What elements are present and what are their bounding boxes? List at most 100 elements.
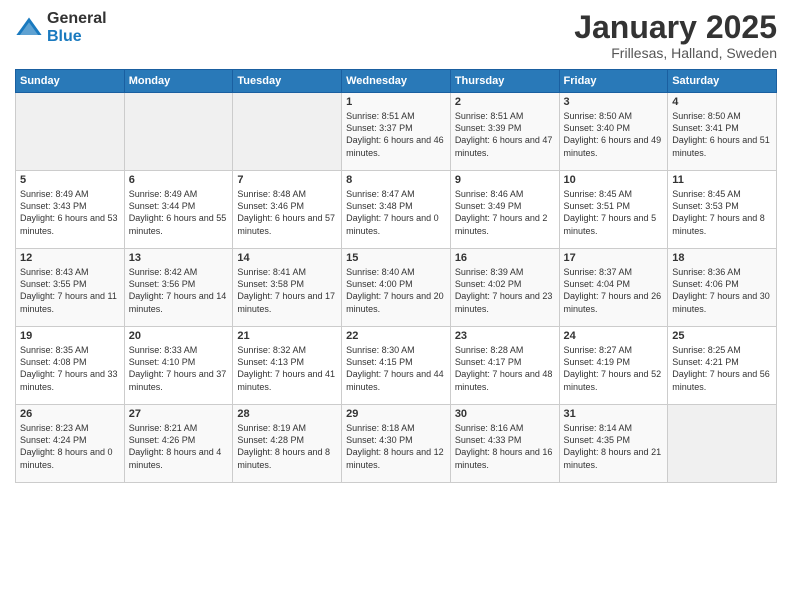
calendar-cell: 18Sunrise: 8:36 AMSunset: 4:06 PMDayligh… <box>668 249 777 327</box>
logo-icon <box>15 14 43 42</box>
cell-content: Sunrise: 8:35 AMSunset: 4:08 PMDaylight:… <box>20 344 120 393</box>
calendar-table: Sunday Monday Tuesday Wednesday Thursday… <box>15 69 777 483</box>
calendar-cell: 9 Sunrise: 8:46 AMSunset: 3:49 PMDaylight… <box>450 171 559 249</box>
cell-content: Sunrise: 8:33 AMSunset: 4:10 PMDaylight:… <box>129 344 229 393</box>
cell-content: Sunrise: 8:27 AMSunset: 4:19 PMDaylight:… <box>564 344 664 393</box>
calendar-cell: 26 Sunrise: 8:23 AMSunset: 4:24 PMDayligh… <box>16 405 125 483</box>
day-number: 23 <box>455 330 555 342</box>
day-number: 4 <box>672 96 772 108</box>
calendar-cell: 20 Sunrise: 8:33 AMSunset: 4:10 PMDayligh… <box>124 327 233 405</box>
day-number: 31 <box>564 408 664 420</box>
calendar-cell: 25Sunrise: 8:25 AMSunset: 4:21 PMDayligh… <box>668 327 777 405</box>
cell-content: Sunrise: 8:45 AMSunset: 3:53 PMDaylight:… <box>672 188 772 237</box>
logo-general-text: General <box>47 10 107 28</box>
day-number: 6 <box>129 174 229 186</box>
calendar-cell: 28 Sunrise: 8:19 AMSunset: 4:28 PMDayligh… <box>233 405 342 483</box>
header-friday: Friday <box>559 70 668 93</box>
day-number: 16 <box>455 252 555 264</box>
day-number: 21 <box>237 330 337 342</box>
day-number: 17 <box>564 252 664 264</box>
calendar-cell: 21Sunrise: 8:32 AMSunset: 4:13 PMDayligh… <box>233 327 342 405</box>
day-number: 7 <box>237 174 337 186</box>
cell-content: Sunrise: 8:23 AMSunset: 4:24 PMDaylight:… <box>20 422 120 471</box>
calendar-cell: 6 Sunrise: 8:49 AMSunset: 3:44 PMDaylight… <box>124 171 233 249</box>
day-number: 9 <box>455 174 555 186</box>
calendar-week-1: 1Sunrise: 8:51 AMSunset: 3:37 PMDaylight… <box>16 93 777 171</box>
day-number: 29 <box>346 408 446 420</box>
day-number: 19 <box>20 330 120 342</box>
calendar-cell: 11 Sunrise: 8:45 AMSunset: 3:53 PMDayligh… <box>668 171 777 249</box>
day-number: 20 <box>129 330 229 342</box>
calendar-cell: 23 Sunrise: 8:28 AMSunset: 4:17 PMDayligh… <box>450 327 559 405</box>
day-number: 12 <box>20 252 120 264</box>
cell-content: Sunrise: 8:36 AMSunset: 4:06 PMDaylight:… <box>672 266 772 315</box>
day-number: 14 <box>237 252 337 264</box>
cell-content: Sunrise: 8:43 AMSunset: 3:55 PMDaylight:… <box>20 266 120 315</box>
day-number: 1 <box>346 96 446 108</box>
calendar-cell: 17 Sunrise: 8:37 AMSunset: 4:04 PMDayligh… <box>559 249 668 327</box>
cell-content: Sunrise: 8:16 AMSunset: 4:33 PMDaylight:… <box>455 422 555 471</box>
cell-content: Sunrise: 8:30 AMSunset: 4:15 PMDaylight:… <box>346 344 446 393</box>
cell-content: Sunrise: 8:18 AMSunset: 4:30 PMDaylight:… <box>346 422 446 471</box>
calendar-header: Sunday Monday Tuesday Wednesday Thursday… <box>16 70 777 93</box>
day-number: 8 <box>346 174 446 186</box>
calendar-cell: 8 Sunrise: 8:47 AMSunset: 3:48 PMDaylight… <box>342 171 451 249</box>
calendar-cell: 22 Sunrise: 8:30 AMSunset: 4:15 PMDayligh… <box>342 327 451 405</box>
day-number: 26 <box>20 408 120 420</box>
cell-content: Sunrise: 8:40 AMSunset: 4:00 PMDaylight:… <box>346 266 446 315</box>
header-tuesday: Tuesday <box>233 70 342 93</box>
header-wednesday: Wednesday <box>342 70 451 93</box>
day-number: 24 <box>564 330 664 342</box>
calendar-cell: 14 Sunrise: 8:41 AMSunset: 3:58 PMDayligh… <box>233 249 342 327</box>
day-number: 25 <box>672 330 772 342</box>
page: General Blue January 2025 Frillesas, Hal… <box>0 0 792 612</box>
day-number: 30 <box>455 408 555 420</box>
calendar-cell: 10Sunrise: 8:45 AMSunset: 3:51 PMDayligh… <box>559 171 668 249</box>
cell-content: Sunrise: 8:49 AMSunset: 3:43 PMDaylight:… <box>20 188 120 237</box>
calendar-subtitle: Frillesas, Halland, Sweden <box>574 45 777 61</box>
logo-text: General Blue <box>47 10 107 45</box>
calendar-cell: 12 Sunrise: 8:43 AMSunset: 3:55 PMDayligh… <box>16 249 125 327</box>
cell-content: Sunrise: 8:42 AMSunset: 3:56 PMDaylight:… <box>129 266 229 315</box>
cell-content: Sunrise: 8:46 AMSunset: 3:49 PMDaylight:… <box>455 188 555 237</box>
cell-content: Sunrise: 8:39 AMSunset: 4:02 PMDaylight:… <box>455 266 555 315</box>
calendar-cell: 7Sunrise: 8:48 AMSunset: 3:46 PMDaylight… <box>233 171 342 249</box>
day-number: 5 <box>20 174 120 186</box>
cell-content: Sunrise: 8:21 AMSunset: 4:26 PMDaylight:… <box>129 422 229 471</box>
logo-blue-text: Blue <box>47 28 107 46</box>
calendar-cell: 29 Sunrise: 8:18 AMSunset: 4:30 PMDayligh… <box>342 405 451 483</box>
day-number: 11 <box>672 174 772 186</box>
day-number: 3 <box>564 96 664 108</box>
day-number: 10 <box>564 174 664 186</box>
calendar-cell: 19 Sunrise: 8:35 AMSunset: 4:08 PMDayligh… <box>16 327 125 405</box>
calendar-body: 1Sunrise: 8:51 AMSunset: 3:37 PMDaylight… <box>16 93 777 483</box>
cell-content: Sunrise: 8:28 AMSunset: 4:17 PMDaylight:… <box>455 344 555 393</box>
header-thursday: Thursday <box>450 70 559 93</box>
calendar-cell: 3Sunrise: 8:50 AMSunset: 3:40 PMDaylight… <box>559 93 668 171</box>
day-number: 27 <box>129 408 229 420</box>
day-number: 2 <box>455 96 555 108</box>
cell-content: Sunrise: 8:47 AMSunset: 3:48 PMDaylight:… <box>346 188 446 237</box>
calendar-week-5: 26 Sunrise: 8:23 AMSunset: 4:24 PMDayligh… <box>16 405 777 483</box>
calendar-week-3: 12 Sunrise: 8:43 AMSunset: 3:55 PMDayligh… <box>16 249 777 327</box>
calendar-cell: 1Sunrise: 8:51 AMSunset: 3:37 PMDaylight… <box>342 93 451 171</box>
calendar-cell: 27 Sunrise: 8:21 AMSunset: 4:26 PMDayligh… <box>124 405 233 483</box>
cell-content: Sunrise: 8:19 AMSunset: 4:28 PMDaylight:… <box>237 422 337 471</box>
calendar-week-2: 5 Sunrise: 8:49 AMSunset: 3:43 PMDaylight… <box>16 171 777 249</box>
cell-content: Sunrise: 8:37 AMSunset: 4:04 PMDaylight:… <box>564 266 664 315</box>
cell-content: Sunrise: 8:49 AMSunset: 3:44 PMDaylight:… <box>129 188 229 237</box>
day-number: 28 <box>237 408 337 420</box>
calendar-cell: 15Sunrise: 8:40 AMSunset: 4:00 PMDayligh… <box>342 249 451 327</box>
header-sunday: Sunday <box>16 70 125 93</box>
cell-content: Sunrise: 8:41 AMSunset: 3:58 PMDaylight:… <box>237 266 337 315</box>
calendar-title: January 2025 <box>574 10 777 45</box>
cell-content: Sunrise: 8:14 AMSunset: 4:35 PMDaylight:… <box>564 422 664 471</box>
calendar-cell: 16 Sunrise: 8:39 AMSunset: 4:02 PMDayligh… <box>450 249 559 327</box>
cell-content: Sunrise: 8:50 AMSunset: 3:41 PMDaylight:… <box>672 110 772 159</box>
header-saturday: Saturday <box>668 70 777 93</box>
day-number: 22 <box>346 330 446 342</box>
calendar-cell <box>668 405 777 483</box>
calendar-week-4: 19 Sunrise: 8:35 AMSunset: 4:08 PMDayligh… <box>16 327 777 405</box>
header-monday: Monday <box>124 70 233 93</box>
calendar-cell: 13Sunrise: 8:42 AMSunset: 3:56 PMDayligh… <box>124 249 233 327</box>
